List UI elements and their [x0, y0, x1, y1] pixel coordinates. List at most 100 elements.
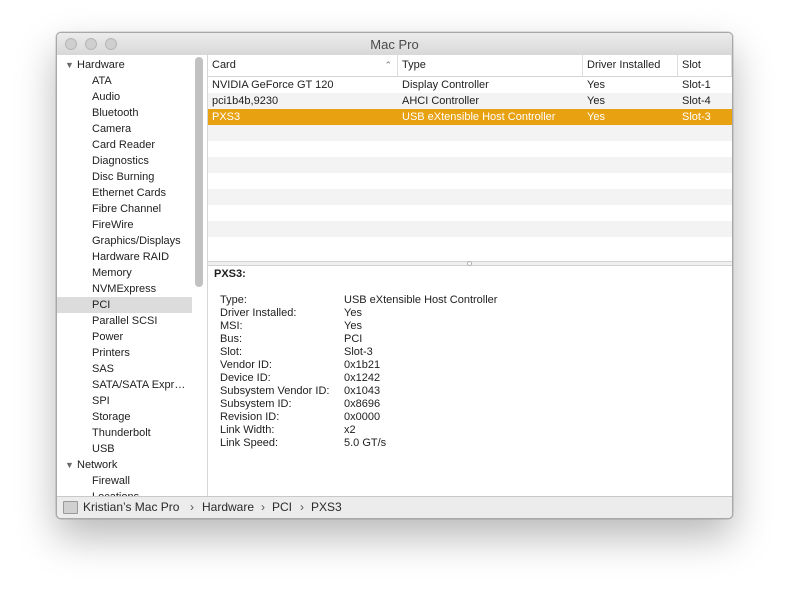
sidebar-item-power[interactable]: Power [57, 329, 192, 345]
sidebar-item-disc-burning[interactable]: Disc Burning [57, 169, 192, 185]
sidebar-scrollbar[interactable] [195, 57, 203, 287]
path-item[interactable]: PXS3 [311, 500, 342, 514]
sidebar-item-audio[interactable]: Audio [57, 89, 192, 105]
pci-cards-table: Card ⌃ Type Driver Installed Slot NVIDIA GeF… [208, 55, 732, 261]
detail-property-value: 0x1242 [344, 372, 381, 384]
column-header-slot[interactable]: Slot [678, 55, 732, 76]
sidebar-item-printers[interactable]: Printers [57, 345, 192, 361]
sidebar-item-hardware-raid[interactable]: Hardware RAID [57, 249, 192, 265]
sidebar-item-label: FireWire [92, 219, 134, 231]
sidebar-item-sas[interactable]: SAS [57, 361, 192, 377]
detail-property-label: Link Width: [220, 424, 275, 436]
sidebar-item-label: Bluetooth [92, 107, 139, 119]
detail-property-value: Yes [344, 320, 362, 332]
sidebar-item-label: Disc Burning [92, 171, 155, 183]
column-header-card[interactable]: Card ⌃ [208, 55, 398, 76]
sidebar-item-firewall[interactable]: Firewall [57, 473, 192, 489]
table-row[interactable]: NVIDIA GeForce GT 120 Display Controller Y… [208, 77, 732, 93]
sidebar-item-label: NVMExpress [92, 283, 157, 295]
table-cell: USB eXtensible Host Controller [402, 111, 556, 123]
sidebar-item-diagnostics[interactable]: Diagnostics [57, 153, 192, 169]
detail-property-label: Subsystem Vendor ID: [220, 385, 330, 397]
sidebar-item-label: ATA [92, 75, 112, 87]
table-cell: AHCI Controller [402, 95, 480, 107]
empty-table-row [208, 237, 732, 253]
sidebar-item-ethernet-cards[interactable]: Ethernet Cards [57, 185, 192, 201]
sidebar-item-label: SPI [92, 395, 110, 407]
sidebar-item-label: Firewall [92, 475, 130, 487]
sidebar-item-thunderbolt[interactable]: Thunderbolt [57, 425, 192, 441]
sidebar-item-label: Power [92, 331, 124, 343]
detail-property-label: Bus: [220, 333, 243, 345]
sidebar-item-graphics-displays[interactable]: Graphics/Displays [57, 233, 192, 249]
sidebar-item-label: Printers [92, 347, 130, 359]
table-header: Card ⌃ Type Driver Installed Slot [208, 55, 732, 77]
sidebar-item-sata-sata-expr[interactable]: SATA/SATA Expr… [57, 377, 192, 393]
sidebar-item-label: SAS [92, 363, 115, 375]
path-separator-icon: › [300, 500, 304, 514]
sidebar-item-parallel-scsi[interactable]: Parallel SCSI [57, 313, 192, 329]
sidebar-item-usb[interactable]: USB [57, 441, 192, 457]
sidebar-group-network[interactable]: ▼ Network [57, 457, 192, 473]
sidebar-item-fibre-channel[interactable]: Fibre Channel [57, 201, 192, 217]
detail-property-value: USB eXtensible Host Controller [344, 294, 498, 306]
sidebar-item-label: Fibre Channel [92, 203, 162, 215]
disclosure-triangle-icon[interactable]: ▼ [65, 57, 74, 73]
sidebar-item-label: Diagnostics [92, 155, 149, 167]
table-cell: Yes [587, 95, 605, 107]
sidebar-item-memory[interactable]: Memory [57, 265, 192, 281]
table-cell: Yes [587, 79, 605, 91]
sidebar-group-label: Network [77, 459, 118, 471]
computer-icon [63, 501, 78, 514]
detail-property-label: Device ID: [220, 372, 271, 384]
sidebar-item-storage[interactable]: Storage [57, 409, 192, 425]
table-cell: Slot-4 [682, 95, 711, 107]
sidebar-item-ata[interactable]: ATA [57, 73, 192, 89]
empty-table-row [208, 189, 732, 205]
sidebar-item-label: Camera [92, 123, 132, 135]
detail-title: PXS3: [214, 268, 246, 280]
table-cell: Slot-3 [682, 111, 711, 123]
detail-property-value: 5.0 GT/s [344, 437, 387, 449]
table-row[interactable]: PXS3 USB eXtensible Host Controller Yes Slo… [208, 109, 732, 125]
sidebar-item-camera[interactable]: Camera [57, 121, 192, 137]
sidebar-item-firewire[interactable]: FireWire [57, 217, 192, 233]
table-cell: PXS3 [212, 111, 241, 123]
sidebar-item-label: Parallel SCSI [92, 315, 158, 327]
sidebar-item-label: SATA/SATA Expr… [92, 379, 186, 391]
sidebar-item-label: Audio [92, 91, 121, 103]
detail-property-label: Type: [220, 294, 247, 306]
sidebar-item-label: USB [92, 443, 115, 455]
window-title: Mac Pro [370, 37, 419, 52]
sidebar-item-card-reader[interactable]: Card Reader [57, 137, 192, 153]
column-header-driver-installed[interactable]: Driver Installed [583, 55, 678, 76]
detail-property-label: MSI: [220, 320, 243, 332]
sidebar-item-pci[interactable]: PCI [57, 297, 192, 313]
detail-property-label: Revision ID: [220, 411, 280, 423]
column-header-type[interactable]: Type [398, 55, 583, 76]
detail-property-value: x2 [344, 424, 356, 436]
title-bar: Mac Pro [57, 33, 732, 56]
sidebar-item-locations[interactable]: Locations [57, 489, 192, 496]
sidebar-item-label: Graphics/Displays [92, 235, 181, 247]
table-cell: NVIDIA GeForce GT 120 [212, 79, 334, 91]
sidebar-item-label: Thunderbolt [92, 427, 151, 439]
sidebar-group-hardware[interactable]: ▼ Hardware [57, 57, 192, 73]
sidebar-item-label: Storage [92, 411, 131, 423]
path-item[interactable]: Hardware [202, 500, 254, 514]
path-item[interactable]: PCI [272, 500, 292, 514]
empty-table-row [208, 221, 732, 237]
sort-ascending-icon[interactable]: ⌃ [384, 55, 392, 76]
detail-property-label: Link Speed: [220, 437, 279, 449]
sidebar-item-bluetooth[interactable]: Bluetooth [57, 105, 192, 121]
sidebar-item-nvmexpress[interactable]: NVMExpress [57, 281, 192, 297]
detail-property-value: Slot-3 [344, 346, 373, 358]
system-information-window: Mac Pro ▼ Hardware ATA Audio Bluetooth Camera… [56, 32, 733, 519]
detail-property-value: 0x8696 [344, 398, 381, 410]
path-item[interactable]: Kristian’s Mac Pro [83, 500, 179, 514]
empty-table-row [208, 173, 732, 189]
disclosure-triangle-icon[interactable]: ▼ [65, 457, 74, 473]
sidebar-item-spi[interactable]: SPI [57, 393, 192, 409]
table-row[interactable]: pci1b4b,9230 AHCI Controller Yes Slot-4 [208, 93, 732, 109]
sidebar-item-label: PCI [92, 299, 111, 311]
